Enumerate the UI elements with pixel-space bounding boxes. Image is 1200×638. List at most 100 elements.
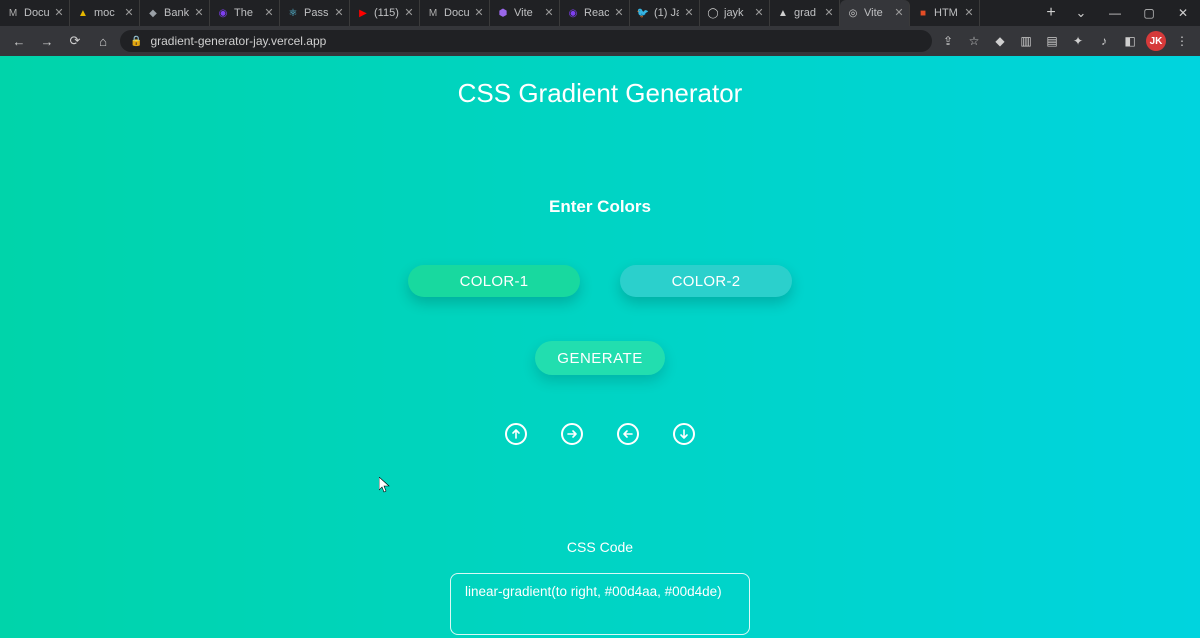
direction-up-button[interactable] (505, 423, 527, 445)
tab-label: Docu (444, 7, 469, 19)
extension-icon[interactable]: ◆ (990, 31, 1010, 51)
tab-favicon: ◎ (846, 6, 860, 20)
arrow-left-icon (622, 428, 634, 440)
tab-overflow-button[interactable]: ⌄ (1064, 0, 1098, 26)
tab-strip: MDocu✕▲moc✕◆Bank✕◉The✕⚛Pass✕▶(115)✕MDocu… (0, 0, 1038, 26)
page-title: CSS Gradient Generator (0, 56, 1200, 109)
tab-close-button[interactable]: ✕ (683, 7, 695, 19)
tab-favicon: ⚛ (286, 6, 300, 20)
css-code-output[interactable]: linear-gradient(to right, #00d4aa, #00d4… (450, 573, 750, 635)
chrome-menu-button[interactable]: ⋮ (1172, 31, 1192, 51)
tab-label: Vite (864, 7, 889, 19)
color-1-button[interactable]: COLOR-1 (408, 265, 580, 297)
tab-label: jayk (724, 7, 749, 19)
browser-tab[interactable]: ▲ grad ✕ (770, 0, 840, 26)
tab-favicon: ▲ (776, 6, 790, 20)
tab-close-button[interactable]: ✕ (823, 7, 835, 19)
tab-close-button[interactable]: ✕ (473, 7, 485, 19)
browser-tab[interactable]: ◉ Reac ✕ (560, 0, 630, 26)
enter-colors-label: Enter Colors (549, 197, 651, 217)
tab-label: Docu (24, 7, 49, 19)
browser-tab[interactable]: M Docu ✕ (420, 0, 490, 26)
tab-favicon: ◆ (146, 6, 160, 20)
extension-icon[interactable]: ▥ (1016, 31, 1036, 51)
url-text: gradient-generator-jay.vercel.app (150, 34, 326, 48)
tab-favicon: M (426, 6, 440, 20)
toolbar-right: ⇪ ☆ ◆ ▥ ▤ ✦ ♪ ◧ JK ⋮ (938, 31, 1192, 51)
tab-close-button[interactable]: ✕ (543, 7, 555, 19)
address-bar[interactable]: 🔒 gradient-generator-jay.vercel.app (120, 30, 932, 52)
browser-tab[interactable]: ◎ Vite ✕ (840, 0, 910, 26)
tab-label: (1) Ja (654, 7, 679, 19)
extensions-menu-icon[interactable]: ✦ (1068, 31, 1088, 51)
tab-label: HTM (934, 7, 959, 19)
tab-close-button[interactable]: ✕ (53, 7, 65, 19)
tab-label: (115) (374, 7, 399, 19)
arrow-right-icon (566, 428, 578, 440)
app-root: CSS Gradient Generator Enter Colors COLO… (0, 56, 1200, 638)
tab-close-button[interactable]: ✕ (333, 7, 345, 19)
browser-tab[interactable]: 🐦 (1) Ja ✕ (630, 0, 700, 26)
browser-toolbar: ← → ⟳ ⌂ 🔒 gradient-generator-jay.vercel.… (0, 26, 1200, 56)
window-controls: ⌄ — ▢ ✕ (1064, 0, 1200, 26)
browser-tab[interactable]: ▶ (115) ✕ (350, 0, 420, 26)
tab-close-button[interactable]: ✕ (403, 7, 415, 19)
tab-close-button[interactable]: ✕ (193, 7, 205, 19)
nav-forward-button[interactable]: → (36, 30, 58, 52)
tab-favicon: ◉ (216, 6, 230, 20)
browser-tab[interactable]: ⚛ Pass ✕ (280, 0, 350, 26)
tab-favicon: ■ (916, 6, 930, 20)
browser-tab[interactable]: ◉ The ✕ (210, 0, 280, 26)
tab-close-button[interactable]: ✕ (123, 7, 135, 19)
share-button[interactable]: ⇪ (938, 31, 958, 51)
color-2-button[interactable]: COLOR-2 (620, 265, 792, 297)
tab-label: Reac (584, 7, 609, 19)
extension-icon[interactable]: ♪ (1094, 31, 1114, 51)
side-panel-button[interactable]: ◧ (1120, 31, 1140, 51)
nav-home-button[interactable]: ⌂ (92, 30, 114, 52)
bookmark-button[interactable]: ☆ (964, 31, 984, 51)
browser-tab[interactable]: ◆ Bank ✕ (140, 0, 210, 26)
browser-tab[interactable]: ▲ moc ✕ (70, 0, 140, 26)
window-maximize-button[interactable]: ▢ (1132, 0, 1166, 26)
tab-close-button[interactable]: ✕ (893, 7, 905, 19)
direction-left-button[interactable] (617, 423, 639, 445)
tab-label: The (234, 7, 259, 19)
browser-tab[interactable]: ⬢ Vite ✕ (490, 0, 560, 26)
tab-favicon: 🐦 (636, 6, 650, 20)
browser-tab[interactable]: ■ HTM ✕ (910, 0, 980, 26)
window-minimize-button[interactable]: — (1098, 0, 1132, 26)
direction-down-button[interactable] (673, 423, 695, 445)
extension-icon[interactable]: ▤ (1042, 31, 1062, 51)
css-code-text: linear-gradient(to right, #00d4aa, #00d4… (465, 584, 722, 599)
tab-close-button[interactable]: ✕ (753, 7, 765, 19)
arrow-down-icon (678, 428, 690, 440)
tab-favicon: ⬢ (496, 6, 510, 20)
controls-panel: Enter Colors COLOR-1 COLOR-2 GENERATE CS… (0, 109, 1200, 635)
tab-favicon: ◉ (566, 6, 580, 20)
tab-label: Vite (514, 7, 539, 19)
browser-tab[interactable]: ◯jayk✕ (700, 0, 770, 26)
direction-row (505, 423, 695, 445)
profile-avatar[interactable]: JK (1146, 31, 1166, 51)
generate-button[interactable]: GENERATE (535, 341, 664, 375)
tab-label: Pass (304, 7, 329, 19)
nav-reload-button[interactable]: ⟳ (64, 30, 86, 52)
lock-icon: 🔒 (130, 36, 142, 47)
tab-label: Bank (164, 7, 189, 19)
tab-label: moc (94, 7, 119, 19)
direction-right-button[interactable] (561, 423, 583, 445)
tab-close-button[interactable]: ✕ (263, 7, 275, 19)
tab-close-button[interactable]: ✕ (963, 7, 975, 19)
new-tab-button[interactable]: + (1038, 0, 1064, 26)
window-close-button[interactable]: ✕ (1166, 0, 1200, 26)
window-titlebar: MDocu✕▲moc✕◆Bank✕◉The✕⚛Pass✕▶(115)✕MDocu… (0, 0, 1200, 26)
tab-close-button[interactable]: ✕ (613, 7, 625, 19)
tab-favicon: ▲ (76, 6, 90, 20)
color-picker-row: COLOR-1 COLOR-2 (408, 265, 792, 297)
tab-favicon: ▶ (356, 6, 370, 20)
css-code-label: CSS Code (567, 539, 633, 555)
nav-back-button[interactable]: ← (8, 30, 30, 52)
browser-tab[interactable]: MDocu✕ (0, 0, 70, 26)
tab-label: grad (794, 7, 819, 19)
